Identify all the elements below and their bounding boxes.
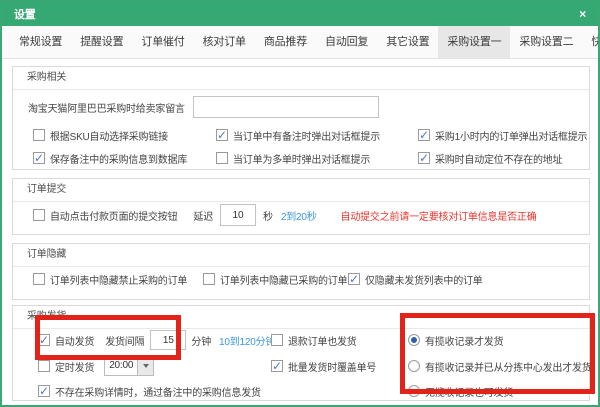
- settings-dialog: 设置 × 常规设置 提醒设置 订单催付 核对订单 商品推荐 自动回复 其它设置 …: [0, 0, 600, 407]
- radio-label[interactable]: 有揽收记录才发货: [425, 333, 503, 348]
- radio-label[interactable]: 无揽收记录也可发货: [425, 384, 513, 399]
- checkbox-label[interactable]: 不存在采购详情时，通过备注中的采购信息发货: [55, 384, 261, 399]
- checkbox-icon[interactable]: [33, 273, 45, 285]
- checkbox-sku-auto-link[interactable]: 根据SKU自动选择采购链接: [33, 125, 168, 145]
- checkbox-label[interactable]: 采购时自动定位不存在的地址: [435, 151, 562, 166]
- tab-reminder[interactable]: 提醒设置: [71, 26, 132, 58]
- radio-label[interactable]: 有揽收记录并已从分拣中心发出才发货: [425, 359, 592, 374]
- checkbox-icon[interactable]: [216, 129, 228, 141]
- checkbox-auto-submit-icon[interactable]: [33, 209, 45, 221]
- radio-icon[interactable]: [408, 385, 420, 397]
- checkbox-icon[interactable]: [418, 152, 430, 164]
- radio-ship-without-pickup[interactable]: 无揽收记录也可发货: [408, 381, 513, 401]
- interval-unit: 分钟: [191, 333, 211, 348]
- checkbox-save-note-db[interactable]: 保存备注中的采购信息到数据库: [33, 148, 187, 168]
- checkbox-auto-ship-label[interactable]: 自动发货: [55, 333, 94, 348]
- delay-range-hint: 2到20秒: [281, 208, 317, 223]
- section-order-hide: 订单隐藏 订单列表中隐藏禁止采购的订单 订单列表中隐藏已采购的订单 仅隐藏未发货…: [12, 243, 590, 300]
- radio-ship-with-pickup[interactable]: 有揽收记录才发货: [408, 330, 503, 350]
- checkbox-label[interactable]: 采购1小时内的订单弹出对话框提示: [435, 128, 587, 143]
- checkbox-label[interactable]: 保存备注中的采购信息到数据库: [50, 151, 187, 166]
- checkbox-label[interactable]: 订单列表中隐藏禁止采购的订单: [50, 272, 187, 287]
- checkbox-hide-forbidden[interactable]: 订单列表中隐藏禁止采购的订单: [33, 269, 187, 289]
- checkbox-auto-ship-icon[interactable]: [38, 334, 50, 346]
- seller-message-input[interactable]: [193, 96, 379, 118]
- checkbox-icon[interactable]: [271, 334, 283, 346]
- tab-express-mapping[interactable]: 快递对应表: [582, 26, 600, 58]
- checkbox-note-popup[interactable]: 当订单中有备注时弹出对话框提示: [216, 125, 380, 145]
- tab-purchase-settings-2[interactable]: 采购设置二: [510, 26, 582, 58]
- checkbox-icon[interactable]: [271, 360, 283, 372]
- section-order-submit: 订单提交 自动点击付款页面的提交按钮 延迟 秒 2到20秒 自动提交之前请一定要…: [12, 178, 590, 235]
- checkbox-icon[interactable]: [33, 152, 45, 164]
- checkbox-multi-order-popup[interactable]: 当订单为多单时弹出对话框提示: [216, 148, 370, 168]
- order-submit-row: 自动点击付款页面的提交按钮 延迟 秒 2到20秒 自动提交之前请一定要核对订单信…: [33, 205, 537, 225]
- tab-auto-reply[interactable]: 自动回复: [316, 26, 377, 58]
- seller-message-label: 淘宝天猫阿里巴巴采购时给卖家留言: [28, 100, 185, 115]
- checkbox-label[interactable]: 根据SKU自动选择采购链接: [50, 128, 168, 143]
- checkbox-icon[interactable]: [216, 152, 228, 164]
- window-title: 设置: [14, 6, 36, 22]
- checkbox-label[interactable]: 当订单为多单时弹出对话框提示: [233, 151, 370, 166]
- section-purchase-related: 采购相关 淘宝天猫阿里巴巴采购时给卖家留言 根据SKU自动选择采购链接 当订单中…: [12, 66, 590, 170]
- checkbox-label[interactable]: 退款订单也发货: [288, 333, 357, 348]
- seller-message-row: 淘宝天猫阿里巴巴采购时给卖家留言: [28, 97, 379, 117]
- checkbox-icon[interactable]: [418, 129, 430, 141]
- title-bar: 设置 ×: [2, 2, 598, 26]
- checkbox-timed-ship-label[interactable]: 定时发货: [55, 359, 94, 374]
- checkbox-hide-purchased[interactable]: 订单列表中隐藏已采购的订单: [203, 269, 347, 289]
- checkbox-icon[interactable]: [38, 385, 50, 397]
- checkbox-timed-ship-icon[interactable]: [38, 360, 50, 372]
- timed-ship-row: 定时发货 20:00: [38, 356, 154, 376]
- section-title: 采购发货: [13, 306, 589, 329]
- checkbox-icon[interactable]: [33, 129, 45, 141]
- checkbox-hide-unshipped-only[interactable]: 仅隐藏未发货列表中的订单: [348, 269, 483, 289]
- checkbox-icon[interactable]: [348, 273, 360, 285]
- timed-ship-time-value[interactable]: 20:00: [105, 357, 137, 375]
- tab-order-check[interactable]: 核对订单: [194, 26, 255, 58]
- section-title: 订单提交: [13, 179, 589, 202]
- tab-other[interactable]: 其它设置: [377, 26, 438, 58]
- checkbox-label[interactable]: 批量发货时覆盖单号: [288, 359, 376, 374]
- chevron-down-icon: [143, 364, 149, 368]
- checkbox-fallback-note-ship[interactable]: 不存在采购详情时，通过备注中的采购信息发货: [38, 381, 261, 401]
- interval-label: 发货间隔: [105, 333, 144, 348]
- section-purchase-ship: 采购发货 自动发货 发货间隔 分钟 10到120分钟 退款订单也发货 有揽收记录…: [12, 305, 590, 401]
- radio-icon[interactable]: [408, 360, 420, 372]
- submit-warning-text: 自动提交之前请一定要核对订单信息是否正确: [341, 208, 537, 223]
- checkbox-overwrite-tracking[interactable]: 批量发货时覆盖单号: [271, 356, 376, 376]
- checkbox-label[interactable]: 订单列表中隐藏已采购的订单: [220, 272, 347, 287]
- close-icon[interactable]: ×: [579, 8, 586, 20]
- timed-ship-time-select[interactable]: 20:00: [104, 356, 154, 376]
- radio-icon[interactable]: [408, 334, 420, 346]
- interval-range-hint: 10到120分钟: [219, 333, 275, 348]
- delay-input[interactable]: [220, 204, 256, 226]
- checkbox-label[interactable]: 仅隐藏未发货列表中的订单: [365, 272, 483, 287]
- tab-purchase-settings-1[interactable]: 采购设置一: [438, 26, 510, 58]
- checkbox-label[interactable]: 当订单中有备注时弹出对话框提示: [233, 128, 380, 143]
- checkbox-auto-locate-address[interactable]: 采购时自动定位不存在的地址: [418, 148, 562, 168]
- checkbox-1hour-popup[interactable]: 采购1小时内的订单弹出对话框提示: [418, 125, 587, 145]
- tab-product-recommend[interactable]: 商品推荐: [255, 26, 316, 58]
- tab-general[interactable]: 常规设置: [10, 26, 71, 58]
- auto-ship-row: 自动发货 发货间隔 分钟 10到120分钟: [38, 330, 275, 350]
- delay-label: 延迟: [193, 208, 213, 223]
- checkbox-auto-submit-label[interactable]: 自动点击付款页面的提交按钮: [50, 208, 177, 223]
- tab-order-urge[interactable]: 订单催付: [132, 26, 193, 58]
- delay-unit: 秒: [263, 208, 273, 223]
- time-dropdown-button[interactable]: [137, 357, 153, 375]
- checkbox-icon[interactable]: [203, 273, 215, 285]
- section-title: 订单隐藏: [13, 244, 589, 267]
- section-title: 采购相关: [13, 67, 589, 90]
- interval-input[interactable]: [150, 330, 186, 350]
- tab-bar: 常规设置 提醒设置 订单催付 核对订单 商品推荐 自动回复 其它设置 采购设置一…: [2, 26, 598, 59]
- checkbox-refund-ship[interactable]: 退款订单也发货: [271, 330, 357, 350]
- radio-ship-from-sorting-center[interactable]: 有揽收记录并已从分拣中心发出才发货: [408, 356, 592, 376]
